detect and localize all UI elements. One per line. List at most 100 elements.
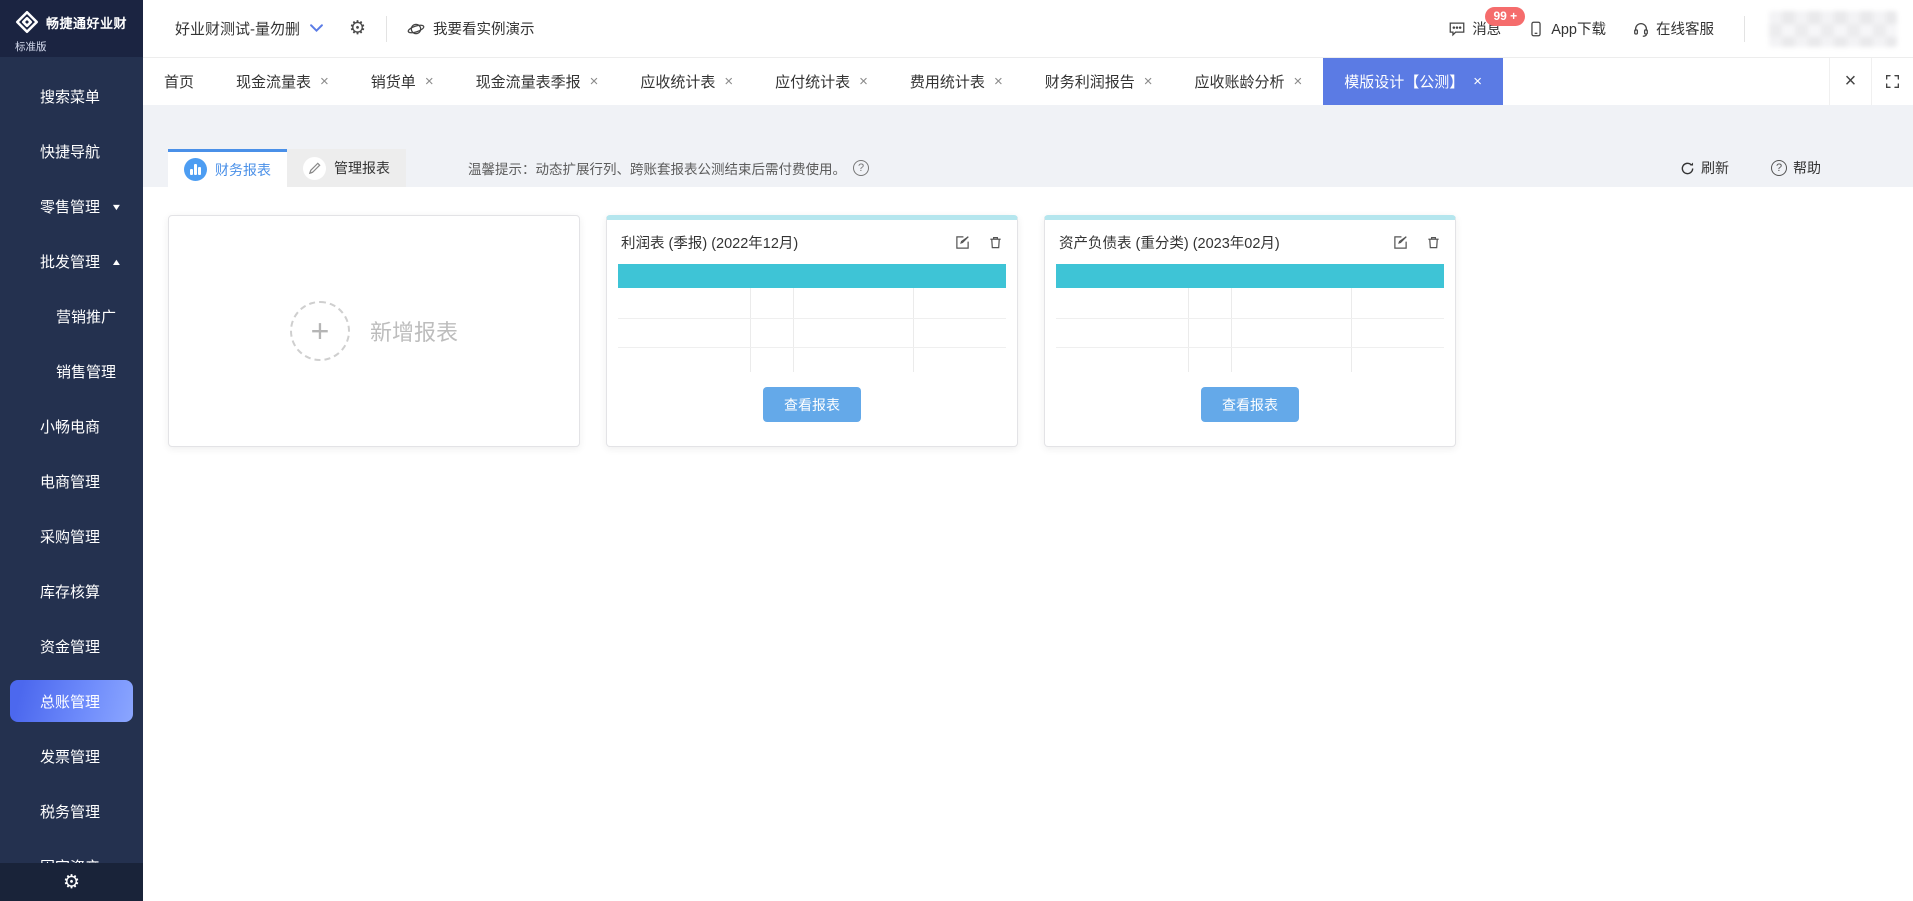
report-card: 资产负债表 (重分类) (2023年02月)查看报表 bbox=[1044, 215, 1456, 447]
window-tab[interactable]: 费用统计表 × bbox=[889, 58, 1024, 105]
sidebar-item-快捷导航[interactable]: 快捷导航 bbox=[0, 124, 143, 179]
sidebar-item-库存核算[interactable]: 库存核算 bbox=[0, 564, 143, 619]
tab-management-reports[interactable]: 管理报表 bbox=[287, 149, 406, 187]
message-bubble-icon bbox=[1448, 20, 1466, 38]
sidebar-item-小畅电商[interactable]: 小畅电商 bbox=[0, 399, 143, 454]
close-tab-icon[interactable]: × bbox=[859, 74, 868, 89]
tip-text: 温馨提示：动态扩展行列、跨账套报表公测结束后需付费使用。 bbox=[468, 158, 846, 178]
report-card: 利润表 (季报) (2022年12月)查看报表 bbox=[606, 215, 1018, 447]
app-download-button[interactable]: App下载 bbox=[1527, 18, 1606, 39]
demo-link[interactable]: 我要看实例演示 bbox=[407, 18, 535, 39]
messages-count-badge: 99 + bbox=[1485, 7, 1525, 26]
window-tab[interactable]: 应付统计表× bbox=[754, 58, 889, 105]
sidebar-item-label: 小畅电商 bbox=[40, 416, 100, 437]
sidebar-item-采购管理[interactable]: 采购管理 bbox=[0, 509, 143, 564]
brand-edition: 标准版 bbox=[0, 35, 143, 54]
window-tab-label: 应收统计表 bbox=[640, 71, 715, 92]
window-tab-label: 费用统计表 bbox=[910, 71, 985, 92]
window-tab-label: 应收账龄分析 bbox=[1194, 71, 1284, 92]
sidebar-item-税务管理[interactable]: 税务管理 bbox=[0, 784, 143, 839]
arrow-down-icon: ▼ bbox=[111, 202, 123, 212]
close-icon: × bbox=[1845, 70, 1857, 93]
sidebar-item-搜索菜单[interactable]: 搜索菜单 bbox=[0, 69, 143, 124]
report-subtab-bar: 财务报表 管理报表 温馨提示：动态扩展行列、跨账套报表公测结束后需付费使用。 ? bbox=[143, 149, 1913, 187]
sidebar-item-总账管理[interactable]: 总账管理 bbox=[10, 680, 133, 722]
delete-icon[interactable] bbox=[988, 235, 1003, 250]
online-support-label: 在线客服 bbox=[1656, 18, 1714, 39]
delete-icon[interactable] bbox=[1426, 235, 1441, 250]
window-tab[interactable]: 财务利润报告 × bbox=[1024, 58, 1174, 105]
tab-financial-reports[interactable]: 财务报表 bbox=[168, 149, 287, 187]
sidebar-nav: 搜索菜单快捷导航零售管理▼批发管理▲ 营销推广销售管理小畅电商电商管理采购管理库存… bbox=[0, 57, 143, 901]
phone-icon bbox=[1527, 20, 1545, 38]
sidebar-item-电商管理[interactable]: 电商管理 bbox=[0, 454, 143, 509]
messages-button[interactable]: 消息 99 + bbox=[1448, 18, 1501, 39]
refresh-icon bbox=[1680, 161, 1695, 176]
sidebar-item-label: 采购管理 bbox=[40, 526, 100, 547]
chevron-down-icon bbox=[310, 24, 323, 33]
top-bar: 畅捷通好业财 标准版 好业财测试-量勿删 ⚙ 我要看实例演示 bbox=[0, 0, 1913, 57]
pen-report-icon bbox=[303, 157, 326, 180]
report-preview-grid bbox=[1056, 288, 1444, 372]
window-tab[interactable]: 现金流量表× bbox=[215, 58, 350, 105]
sidebar-item-零售管理[interactable]: 零售管理▼ bbox=[0, 179, 143, 234]
user-avatar-redacted[interactable] bbox=[1769, 11, 1897, 47]
close-tab-icon[interactable]: × bbox=[320, 74, 329, 89]
sidebar-settings-bar[interactable]: ⚙ bbox=[0, 863, 143, 901]
sidebar-item-label: 批发管理 bbox=[40, 251, 100, 272]
sidebar-item-资金管理[interactable]: 资金管理 bbox=[0, 619, 143, 674]
bar-chart-icon bbox=[184, 158, 207, 181]
window-tab[interactable]: 销货单 × bbox=[350, 58, 455, 105]
close-tab-icon[interactable]: × bbox=[425, 74, 434, 89]
sidebar-item-发票管理[interactable]: 发票管理 bbox=[0, 729, 143, 784]
window-tab-label: 财务利润报告 bbox=[1045, 71, 1135, 92]
close-tab-icon[interactable]: × bbox=[994, 74, 1003, 89]
account-switcher[interactable]: 好业财测试-量勿删 bbox=[175, 18, 323, 39]
fullscreen-button[interactable] bbox=[1871, 58, 1913, 105]
fullscreen-icon bbox=[1885, 74, 1900, 89]
add-report-card[interactable]: + 新增报表 bbox=[168, 215, 580, 447]
edit-icon[interactable] bbox=[1393, 235, 1408, 250]
report-preview-grid bbox=[618, 288, 1006, 372]
window-tab-label: 首页 bbox=[164, 71, 194, 92]
window-tab-label: 销货单 bbox=[371, 71, 416, 92]
report-header-band bbox=[618, 264, 1006, 288]
sidebar-item-label: 税务管理 bbox=[40, 801, 100, 822]
refresh-button[interactable]: 刷新 bbox=[1680, 158, 1729, 178]
sidebar-item-label: 快捷导航 bbox=[40, 141, 100, 162]
online-support-button[interactable]: 在线客服 bbox=[1632, 18, 1714, 39]
tip-help-icon[interactable]: ? bbox=[853, 160, 869, 176]
close-tab-icon[interactable]: × bbox=[590, 74, 599, 89]
tab-management-reports-label: 管理报表 bbox=[334, 158, 390, 178]
close-tab-icon[interactable]: × bbox=[1294, 74, 1303, 89]
sidebar-item-label: 营销推广 bbox=[56, 306, 116, 327]
close-tab-icon[interactable]: × bbox=[1473, 74, 1482, 89]
edit-icon[interactable] bbox=[955, 235, 970, 250]
sidebar-item-批发管理[interactable]: 批发管理▲ bbox=[0, 234, 143, 289]
app-download-label: App下载 bbox=[1551, 18, 1606, 39]
brand-logo-icon bbox=[14, 9, 40, 35]
sidebar-item-label: 搜索菜单 bbox=[40, 86, 100, 107]
window-tab[interactable]: 首页 bbox=[143, 58, 215, 105]
close-all-tabs-button[interactable]: × bbox=[1829, 58, 1871, 105]
close-tab-icon[interactable]: × bbox=[1144, 74, 1153, 89]
help-label: 帮助 bbox=[1793, 158, 1821, 178]
close-tab-icon[interactable]: × bbox=[724, 74, 733, 89]
account-name: 好业财测试-量勿删 bbox=[175, 18, 300, 39]
window-tab[interactable]: 现金流量表季报 × bbox=[455, 58, 620, 105]
sidebar-item-label: 库存核算 bbox=[40, 581, 100, 602]
view-report-button[interactable]: 查看报表 bbox=[1201, 387, 1299, 422]
window-tab[interactable]: 模版设计【公测】× bbox=[1323, 58, 1503, 105]
window-tab[interactable]: 应收账龄分析 × bbox=[1173, 58, 1323, 105]
sidebar-item-label: 资金管理 bbox=[40, 636, 100, 657]
window-tab-label: 现金流量表季报 bbox=[476, 71, 581, 92]
help-button[interactable]: ? 帮助 bbox=[1771, 158, 1821, 178]
sidebar-item-营销推广[interactable]: 营销推广 bbox=[0, 289, 143, 344]
window-tab[interactable]: 应收统计表 × bbox=[619, 58, 754, 105]
sidebar-item-销售管理[interactable]: 销售管理 bbox=[0, 344, 143, 399]
report-header-band bbox=[1056, 264, 1444, 288]
reports-panel: + 新增报表 利润表 (季报) (2022年12月)查看报表资产负债表 (重分类… bbox=[143, 187, 1913, 901]
plus-icon: + bbox=[290, 301, 350, 361]
settings-gear-icon[interactable]: ⚙ bbox=[349, 19, 366, 38]
view-report-button[interactable]: 查看报表 bbox=[763, 387, 861, 422]
